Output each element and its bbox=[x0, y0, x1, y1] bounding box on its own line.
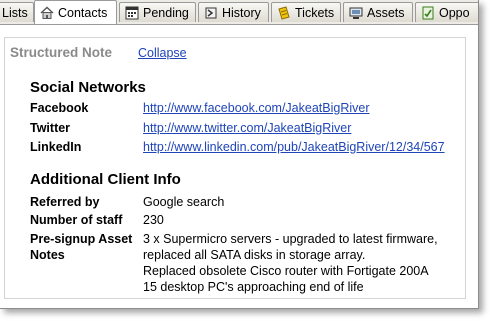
field-value: Google search bbox=[143, 195, 225, 209]
tab-tickets[interactable]: Tickets bbox=[271, 2, 341, 22]
tab-label: Lists bbox=[2, 5, 28, 20]
note-line: replaced all SATA disks in storage array… bbox=[143, 248, 366, 262]
tab-bar: Lists Contacts Pending History Tickets A… bbox=[0, 0, 478, 25]
field-label: Twitter bbox=[30, 121, 71, 135]
tab-contacts[interactable]: Contacts bbox=[34, 0, 117, 24]
collapse-link[interactable]: Collapse bbox=[138, 46, 187, 60]
twitter-link[interactable]: http://www.twitter.com/JakeatBigRiver bbox=[143, 120, 463, 136]
asset-notes-value: 3 x Supermicro servers - upgraded to lat… bbox=[143, 231, 463, 295]
tab-opportunities[interactable]: Oppo bbox=[415, 2, 478, 22]
contact-window: Lists Contacts Pending History Tickets A… bbox=[0, 0, 479, 309]
tab-lists[interactable]: Lists bbox=[0, 2, 34, 22]
tab-label: Assets bbox=[367, 5, 405, 20]
tab-label: Oppo bbox=[439, 5, 470, 20]
home-icon bbox=[40, 6, 54, 20]
field-label: Pre-signup Asset Notes bbox=[30, 232, 133, 262]
field-label: LinkedIn bbox=[30, 140, 82, 154]
social-networks-heading: Social Networks bbox=[30, 79, 146, 96]
tab-label: History bbox=[222, 5, 261, 20]
note-line: 3 x Supermicro servers - upgraded to lat… bbox=[143, 232, 438, 246]
opportunity-icon bbox=[421, 6, 435, 20]
client-info-heading: Additional Client Info bbox=[30, 171, 181, 188]
tab-history[interactable]: History bbox=[198, 2, 269, 22]
tab-pending[interactable]: Pending bbox=[119, 2, 196, 22]
field-label: Referred by bbox=[30, 195, 100, 209]
note-line: 15 desktop PC's approaching end of life bbox=[143, 280, 364, 294]
structured-note-panel: Structured Note Collapse Social Networks… bbox=[4, 37, 466, 299]
field-label: Facebook bbox=[30, 101, 89, 115]
note-title: Structured Note bbox=[10, 45, 113, 60]
field-value: 230 bbox=[143, 213, 164, 227]
tab-label: Contacts bbox=[58, 6, 108, 20]
field-label: Number of staff bbox=[30, 213, 123, 227]
assets-icon bbox=[349, 6, 363, 20]
tab-label: Pending bbox=[143, 5, 189, 20]
history-icon bbox=[204, 6, 218, 20]
tab-assets[interactable]: Assets bbox=[343, 2, 413, 22]
ticket-icon bbox=[277, 5, 291, 20]
linkedin-link[interactable]: http://www.linkedin.com/pub/JakeatBigRiv… bbox=[143, 139, 463, 155]
pending-icon bbox=[125, 6, 139, 20]
note-line: Replaced obsolete Cisco router with Fort… bbox=[143, 264, 429, 278]
facebook-link[interactable]: http://www.facebook.com/JakeatBigRiver bbox=[143, 100, 463, 116]
tab-label: Tickets bbox=[295, 5, 335, 20]
